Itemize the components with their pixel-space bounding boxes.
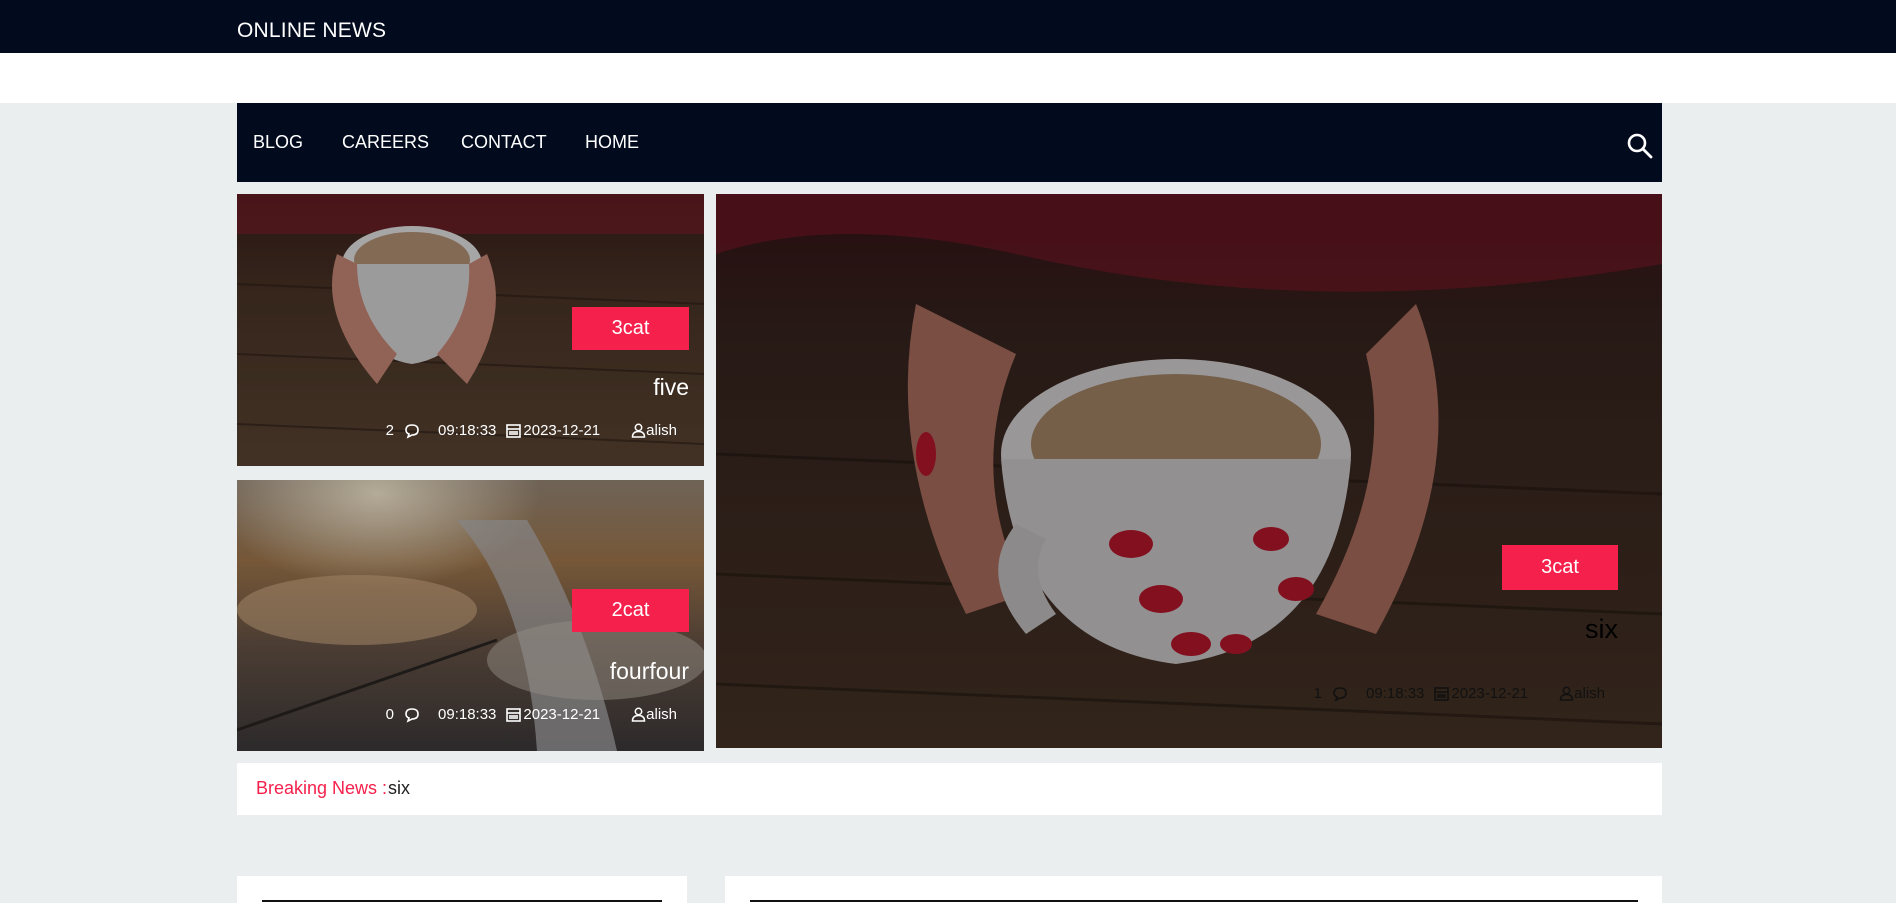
featured-post-card[interactable]: 3cat six 1 09:18:33 2023-12-21 alish (716, 194, 1662, 748)
post-meta: 2 09:18:33 2023-12-21 alish (386, 422, 677, 439)
image-overlay (716, 194, 1662, 748)
post-author[interactable]: alish (1574, 685, 1605, 702)
post-title[interactable]: six (1585, 614, 1618, 645)
main-nav: BLOG CAREERS CONTACT HOME (237, 103, 1662, 182)
nav-item-home[interactable]: HOME (585, 132, 639, 153)
post-time: 09:18:33 (438, 422, 497, 439)
search-icon (1627, 133, 1653, 159)
user-icon (1559, 686, 1574, 701)
search-button[interactable] (1626, 132, 1654, 160)
top-bar: ONLINE NEWS (0, 0, 1896, 53)
post-card-five[interactable]: 3cat five 2 09:18:33 2023-12-21 alish (237, 194, 704, 466)
comment-icon (405, 707, 419, 723)
post-card-fourfour[interactable]: 2cat fourfour 0 09:18:33 2023-12-21 alis… (237, 480, 704, 751)
category-badge[interactable]: 2cat (572, 589, 689, 632)
breaking-news-bar: Breaking News : six (237, 763, 1662, 815)
post-meta: 0 09:18:33 2023-12-21 alish (386, 706, 677, 723)
post-date: 2023-12-21 (523, 706, 601, 723)
site-title[interactable]: ONLINE NEWS (237, 19, 386, 43)
comment-icon (405, 423, 419, 439)
user-icon (631, 423, 646, 438)
content-panel (725, 876, 1662, 903)
category-badge[interactable]: 3cat (1502, 545, 1618, 590)
post-time: 09:18:33 (1366, 685, 1425, 702)
category-badge[interactable]: 3cat (572, 307, 689, 350)
comment-count: 1 (1313, 685, 1323, 702)
nav-item-contact[interactable]: CONTACT (461, 132, 547, 153)
section-divider (750, 900, 1638, 902)
post-time: 09:18:33 (438, 706, 497, 723)
section-divider (262, 900, 662, 902)
post-author[interactable]: alish (646, 706, 677, 723)
nav-item-careers[interactable]: CAREERS (342, 132, 429, 153)
post-author[interactable]: alish (646, 422, 677, 439)
calendar-icon (506, 708, 522, 722)
sidebar-panel (237, 876, 687, 903)
calendar-icon (1434, 687, 1450, 701)
nav-item-blog[interactable]: BLOG (253, 132, 303, 153)
post-date: 2023-12-21 (523, 422, 601, 439)
post-title[interactable]: fourfour (610, 658, 689, 685)
calendar-icon (506, 424, 522, 438)
post-meta: 1 09:18:33 2023-12-21 alish (1314, 685, 1605, 702)
breaking-news-label: Breaking News : (256, 778, 388, 798)
comment-count: 0 (385, 706, 395, 723)
breaking-news-text[interactable]: six (388, 778, 410, 799)
user-icon (631, 707, 646, 722)
comment-count: 2 (385, 422, 395, 439)
comment-icon (1333, 686, 1347, 702)
post-title[interactable]: five (653, 374, 689, 401)
post-date: 2023-12-21 (1451, 685, 1529, 702)
header-spacer (0, 53, 1896, 103)
